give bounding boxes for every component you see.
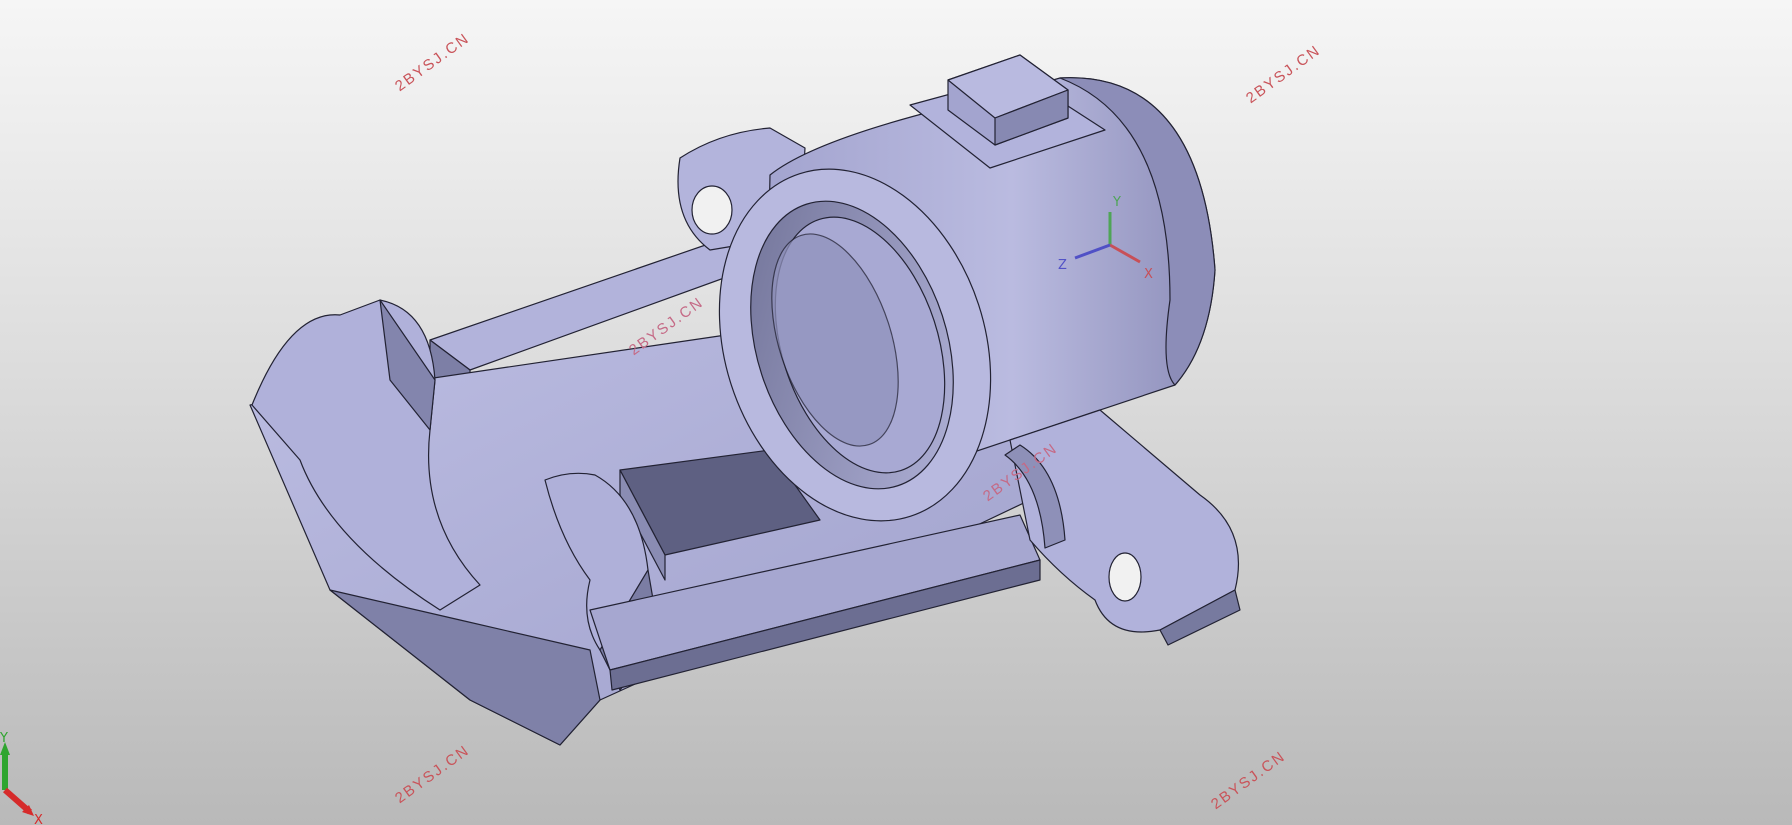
triad-x-label: X bbox=[34, 813, 43, 825]
view-triad[interactable]: Y X bbox=[0, 731, 43, 825]
triad-y-label: Y bbox=[0, 731, 8, 746]
caliper-3d-model[interactable]: Y X Z Y X bbox=[0, 0, 1792, 825]
cad-viewport[interactable]: Y X Z Y X 2BYSJ.CN 2BYSJ.CN 2BYSJ.CN 2BY… bbox=[0, 0, 1792, 825]
model-axis-y-label: Y bbox=[1112, 195, 1121, 210]
model-axis-z-label: Z bbox=[1058, 258, 1067, 273]
model-axis-x-label: X bbox=[1144, 267, 1153, 282]
